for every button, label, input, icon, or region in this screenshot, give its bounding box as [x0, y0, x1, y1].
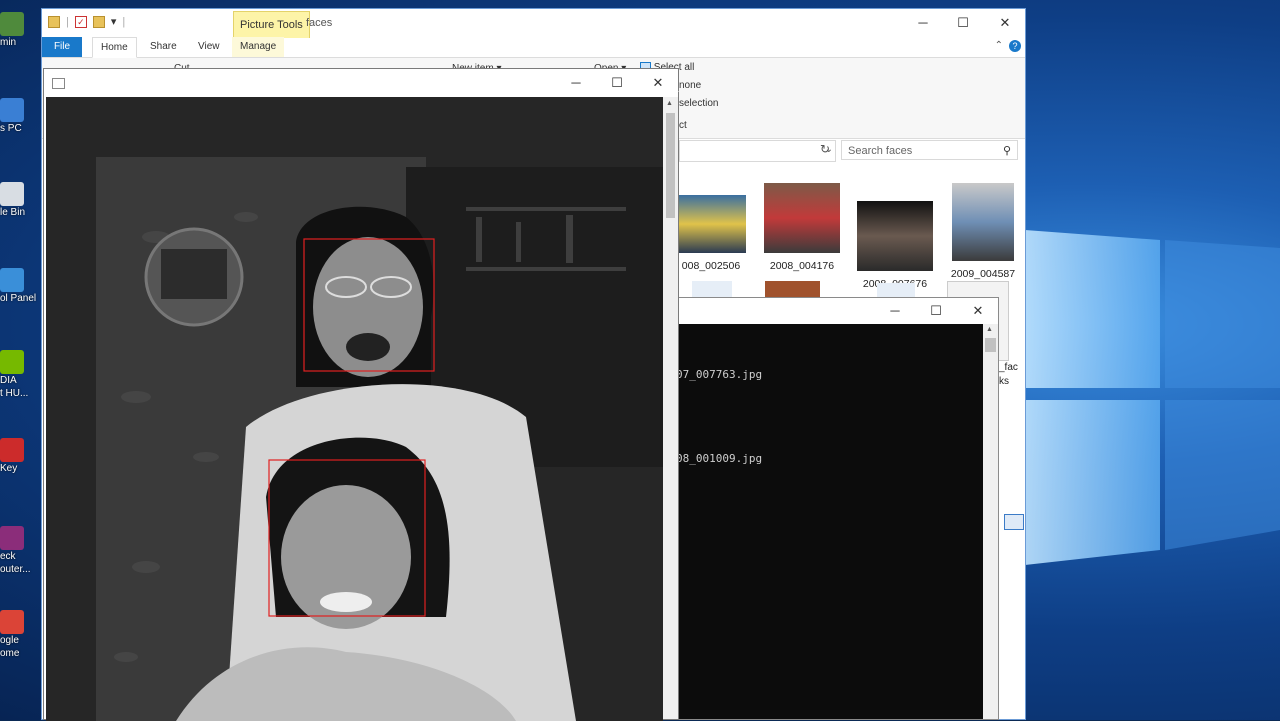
scroll-up-icon[interactable]: ▲: [666, 100, 673, 107]
desktop-icon-label: t HU...: [0, 388, 29, 399]
desktop-icon[interactable]: Key: [0, 438, 38, 475]
desktop-icon-label: le Bin: [0, 207, 26, 218]
desktop-icon-label: Key: [0, 463, 18, 474]
scrollbar-thumb[interactable]: [985, 338, 996, 352]
properties-icon[interactable]: ✓: [74, 15, 87, 28]
console-titlebar[interactable]: ─ ☐ ✕: [671, 298, 998, 324]
ribbon-tab-bar: File Home Share View Manage ⌃ ?: [42, 37, 1025, 58]
file-thumbnail[interactable]: 2008_004176: [754, 175, 850, 272]
select-group-label: ct: [679, 120, 687, 131]
minimize-button[interactable]: ─: [556, 69, 596, 97]
console-scrollbar[interactable]: ▲: [983, 324, 998, 719]
quick-access-toolbar: | ✓ ▾ |: [48, 15, 125, 28]
scrollbar-thumb[interactable]: [666, 113, 675, 218]
refresh-icon[interactable]: ↻: [820, 142, 830, 156]
desktop-icon-label: outer...: [0, 564, 31, 575]
image-thumbnail: [676, 195, 746, 253]
minimize-button[interactable]: ─: [875, 297, 915, 325]
file-name: 2008_004176: [769, 260, 835, 272]
close-button[interactable]: ✕: [985, 9, 1025, 37]
detection-image: [46, 97, 663, 721]
picture-tools-contextual-tab: Picture Tools: [233, 11, 310, 38]
folder-icon[interactable]: [48, 15, 60, 28]
desktop-icon-label: min: [0, 37, 17, 48]
console-output: 07_007763.jpg 08_001009.jpg: [671, 324, 984, 719]
desktop-icon-label: s PC: [0, 123, 22, 134]
select-none-button[interactable]: none: [679, 80, 701, 91]
explorer-titlebar[interactable]: | ✓ ▾ | Picture Tools faces ─ ☐ ✕: [42, 9, 1025, 38]
address-bar[interactable]: ⌄: [679, 140, 836, 162]
desktop-icon-label: ol Panel: [0, 293, 37, 304]
close-button[interactable]: ✕: [958, 297, 998, 325]
file-name: 008_002506: [681, 260, 741, 272]
search-input[interactable]: Search faces ⚲: [841, 140, 1018, 160]
computer-icon: [0, 98, 24, 122]
image-thumbnail: [857, 201, 933, 271]
desktop-icon-label: ogle: [0, 635, 19, 646]
help-icon[interactable]: ?: [1009, 40, 1021, 52]
desktop-icon[interactable]: s PC: [0, 98, 38, 135]
minimize-button[interactable]: ─: [903, 9, 943, 37]
tab-manage[interactable]: Manage: [232, 37, 285, 57]
image-thumbnail: [952, 183, 1014, 261]
file-thumbnail[interactable]: 2009_004587: [942, 175, 1024, 280]
desktop-icon[interactable]: DIA t HU...: [0, 350, 38, 400]
tab-view[interactable]: View: [190, 37, 228, 57]
console-line: 07_007763.jpg: [676, 368, 763, 381]
desktop-icon[interactable]: ogle ome: [0, 610, 38, 660]
file-label: ks: [999, 376, 1009, 387]
windows-logo-wallpaper: [1025, 230, 1280, 565]
new-folder-icon[interactable]: [92, 15, 105, 28]
image-viewer-window[interactable]: ─ ☐ ✕ ▲: [43, 68, 679, 721]
large-icons-view-icon[interactable]: [1004, 514, 1024, 530]
search-icon: ⚲: [1002, 145, 1011, 157]
user-icon: [0, 12, 24, 36]
scroll-up-icon[interactable]: ▲: [986, 326, 993, 333]
console-line: 08_001009.jpg: [676, 452, 763, 465]
maximize-button[interactable]: ☐: [597, 69, 637, 97]
search-placeholder: Search faces: [848, 145, 913, 157]
desktop-icon[interactable]: eck outer...: [0, 526, 38, 576]
tab-home[interactable]: Home: [92, 37, 137, 58]
control-panel-icon: [0, 268, 24, 292]
desktop-icon[interactable]: le Bin: [0, 182, 38, 219]
recycle-bin-icon: [0, 182, 24, 206]
file-name: 2009_004587: [950, 268, 1016, 280]
desktop-icon-label: ome: [0, 648, 20, 659]
file-thumbnail[interactable]: 2008_007676: [847, 175, 943, 290]
tab-file[interactable]: File: [42, 37, 82, 57]
desktop-icon[interactable]: ol Panel: [0, 268, 38, 305]
file-thumbnail[interactable]: 008_002506: [666, 175, 756, 272]
invert-selection-button[interactable]: selection: [679, 98, 718, 109]
key-icon: [0, 438, 24, 462]
nvidia-icon: [0, 350, 24, 374]
collapse-ribbon-icon[interactable]: ⌃: [995, 40, 1003, 51]
window-title: faces: [306, 17, 333, 29]
console-window[interactable]: ─ ☐ ✕ 07_007763.jpg 08_001009.jpg ▲: [670, 297, 999, 720]
file-label: _fac: [999, 362, 1018, 373]
viewer-scrollbar[interactable]: ▲: [663, 97, 678, 719]
maximize-button[interactable]: ☐: [943, 9, 983, 37]
customize-toolbar-icon[interactable]: ▾: [111, 15, 117, 28]
viewer-titlebar[interactable]: ─ ☐ ✕: [44, 69, 678, 97]
desktop-icon-label: eck: [0, 551, 16, 562]
tab-share[interactable]: Share: [142, 37, 185, 57]
image-thumbnail: [764, 183, 840, 253]
archive-icon: [0, 526, 24, 550]
app-icon: [52, 78, 65, 89]
maximize-button[interactable]: ☐: [916, 297, 956, 325]
desktop-icon-label: DIA: [0, 375, 17, 386]
chrome-icon: [0, 610, 24, 634]
desktop-icon[interactable]: min: [0, 12, 38, 49]
